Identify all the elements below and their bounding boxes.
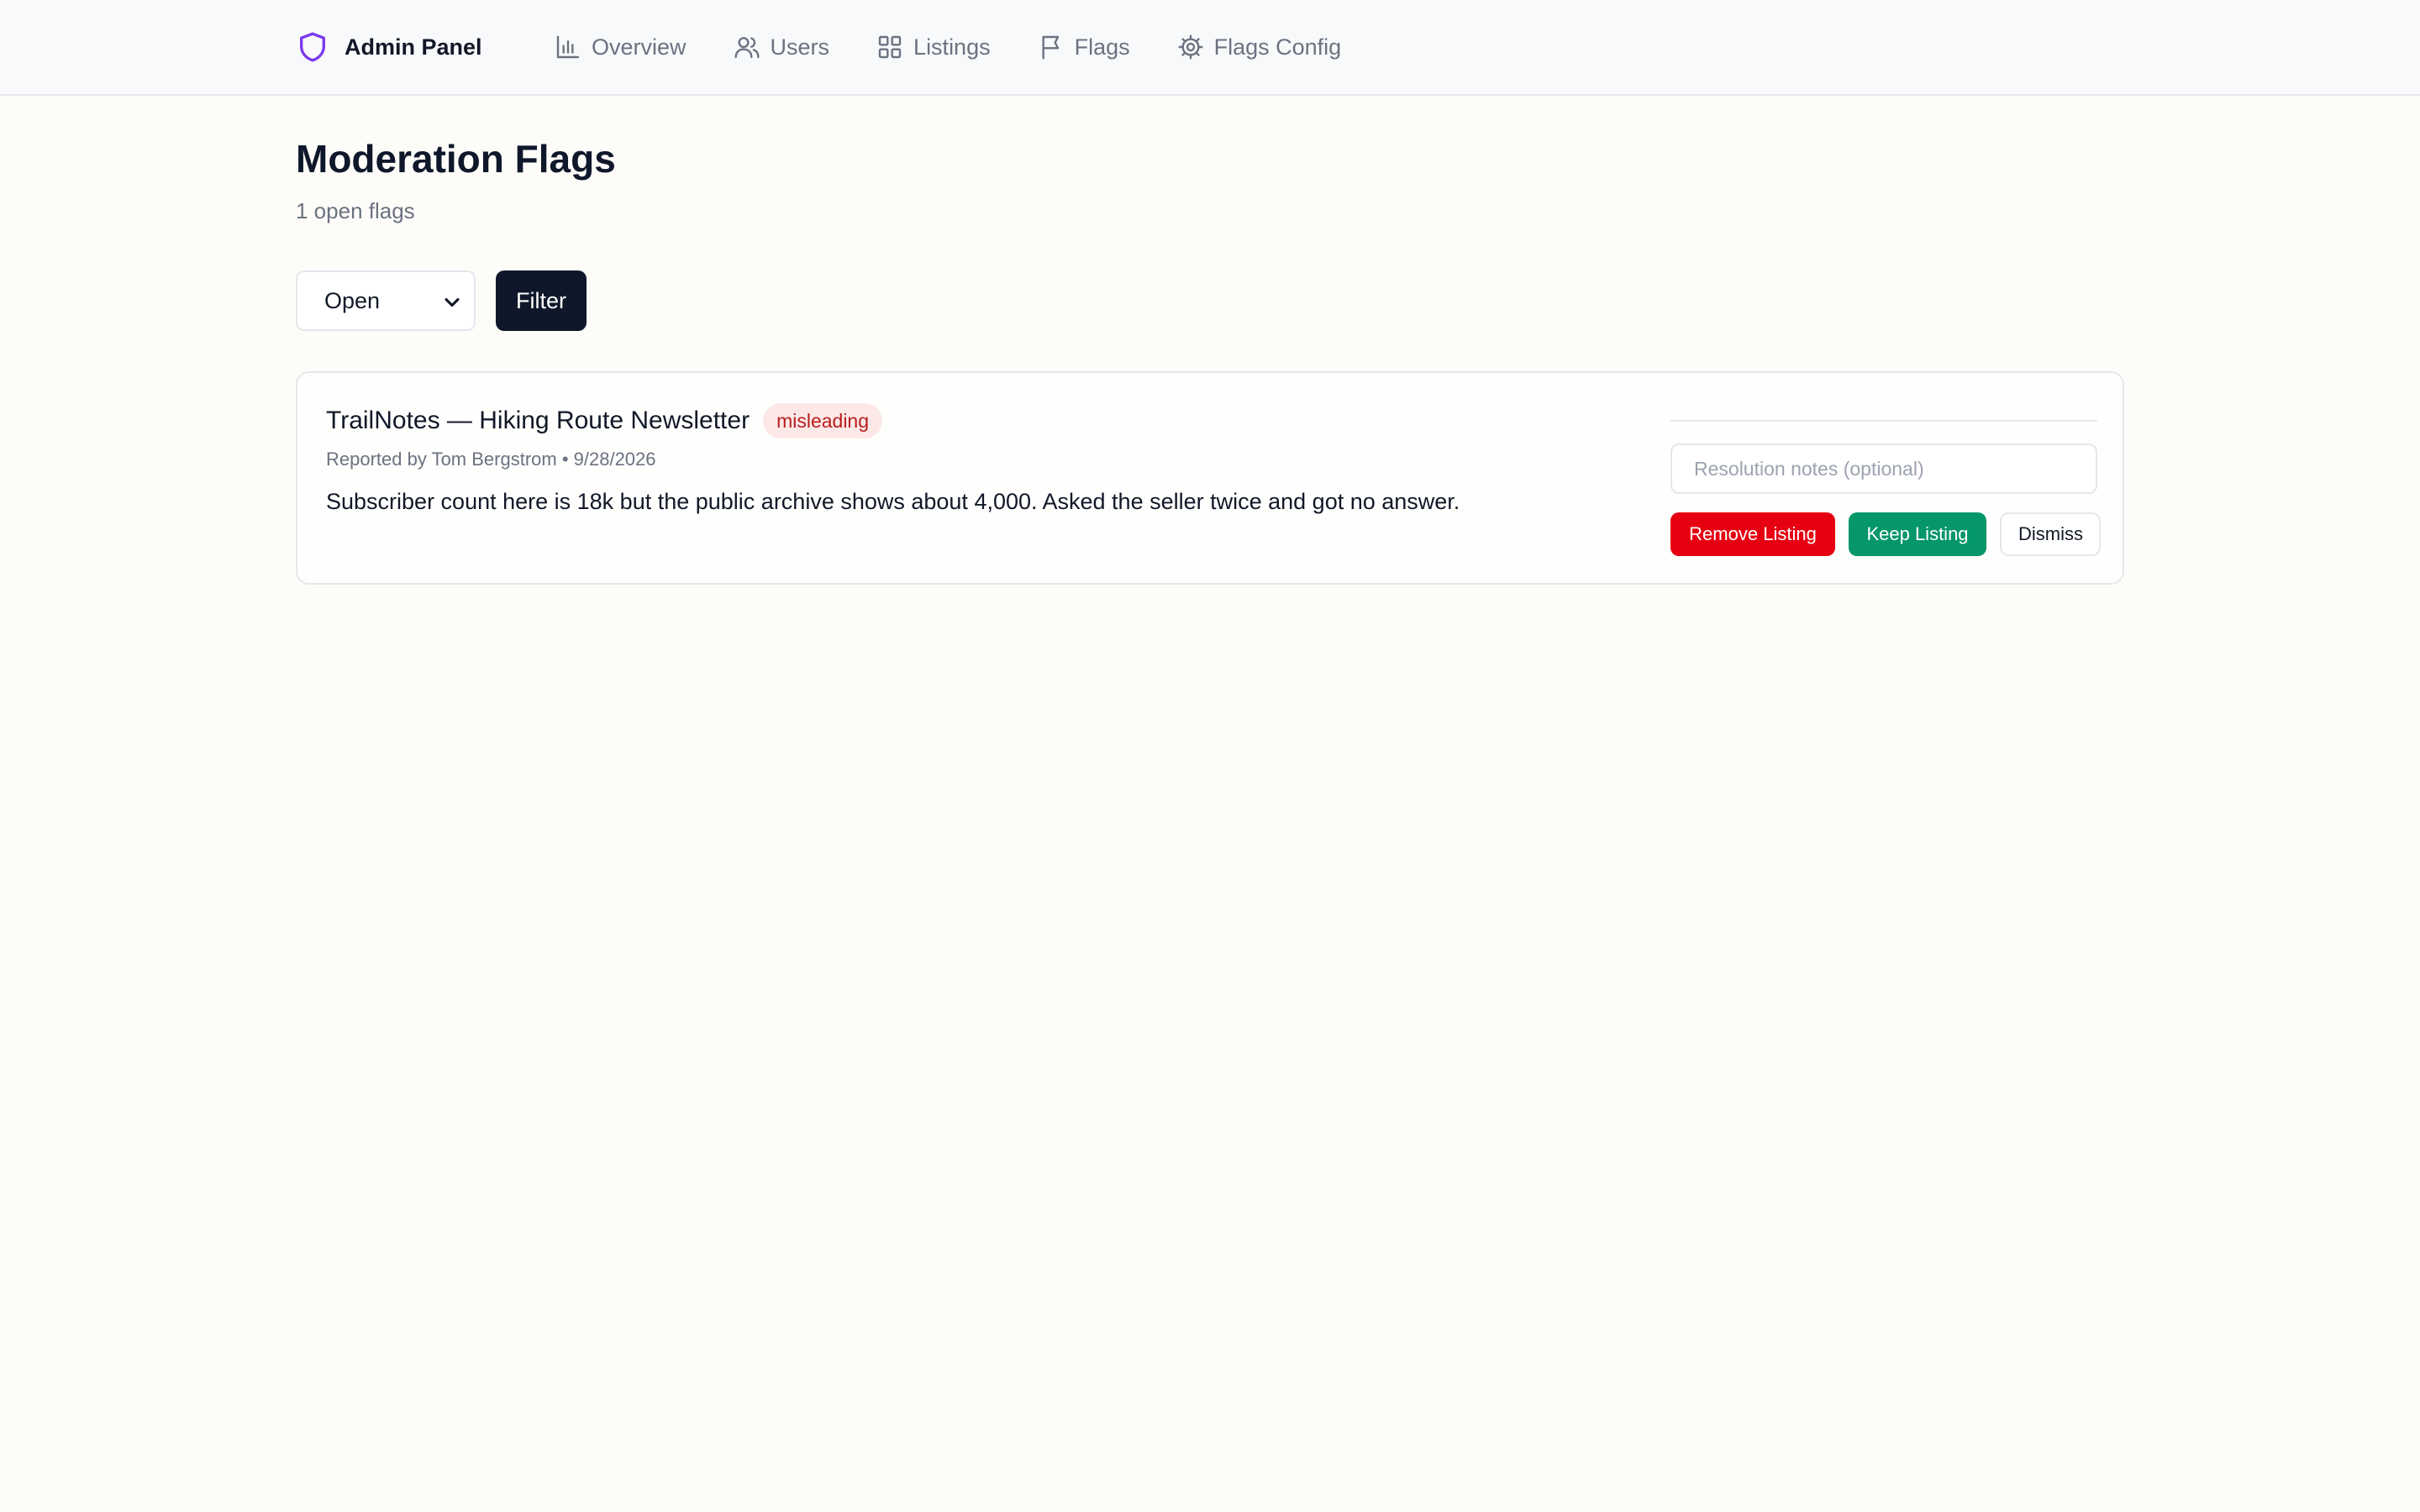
- keep-listing-button[interactable]: Keep Listing: [1849, 512, 1986, 556]
- nav-item-label: Flags Config: [1213, 34, 1342, 60]
- flag-reporter-meta: Reported by Tom Bergstrom • 9/28/2026: [326, 449, 656, 470]
- bar-chart-icon: [556, 35, 580, 59]
- nav-item-label: Overview: [592, 34, 687, 60]
- grid-icon: [878, 35, 902, 59]
- status-filter-select[interactable]: Open: [296, 270, 476, 331]
- page-title: Moderation Flags: [296, 137, 616, 181]
- flag-description: Subscriber count here is 18k but the pub…: [326, 489, 1460, 514]
- flag-actions: Remove Listing Keep Listing Dismiss: [1670, 512, 2101, 556]
- filter-button[interactable]: Filter: [496, 270, 587, 331]
- app-name: Admin Panel: [345, 34, 482, 60]
- chevron-down-icon: [445, 297, 460, 307]
- nav-item-users[interactable]: Users: [734, 34, 830, 60]
- nav-item-label: Listings: [913, 34, 991, 60]
- nav-item-label: Flags: [1074, 34, 1130, 60]
- dismiss-button[interactable]: Dismiss: [2000, 512, 2101, 556]
- nav-item-listings[interactable]: Listings: [876, 34, 991, 60]
- nav-item-flags-config[interactable]: Flags Config: [1177, 34, 1342, 60]
- brand[interactable]: Admin Panel: [296, 29, 482, 66]
- shield-icon: [300, 32, 325, 62]
- flag-reason-badge: misleading: [763, 403, 883, 438]
- top-navigation-bar: Admin Panel Overview Users Listings Flag…: [0, 0, 2420, 96]
- main-nav: Overview Users Listings Flags Flags Conf…: [555, 29, 1388, 66]
- flag-listing-title: TrailNotes — Hiking Route Newsletter: [326, 407, 750, 434]
- users-icon: [734, 37, 760, 59]
- nav-item-overview[interactable]: Overview: [555, 34, 687, 60]
- resolution-notes-input[interactable]: [1670, 444, 2097, 494]
- gear-icon: [1178, 34, 1203, 60]
- open-flags-count: 1 open flags: [296, 198, 415, 223]
- nav-item-label: Users: [770, 34, 830, 60]
- flag-title-row: TrailNotes — Hiking Route Newsletter mis…: [326, 403, 883, 438]
- remove-listing-button[interactable]: Remove Listing: [1670, 512, 1835, 556]
- divider: [1670, 420, 2097, 422]
- flag-icon: [1042, 35, 1059, 60]
- status-select-value: Open: [324, 287, 381, 313]
- nav-item-flags[interactable]: Flags: [1038, 34, 1130, 60]
- flag-card: TrailNotes — Hiking Route Newsletter mis…: [296, 371, 2124, 585]
